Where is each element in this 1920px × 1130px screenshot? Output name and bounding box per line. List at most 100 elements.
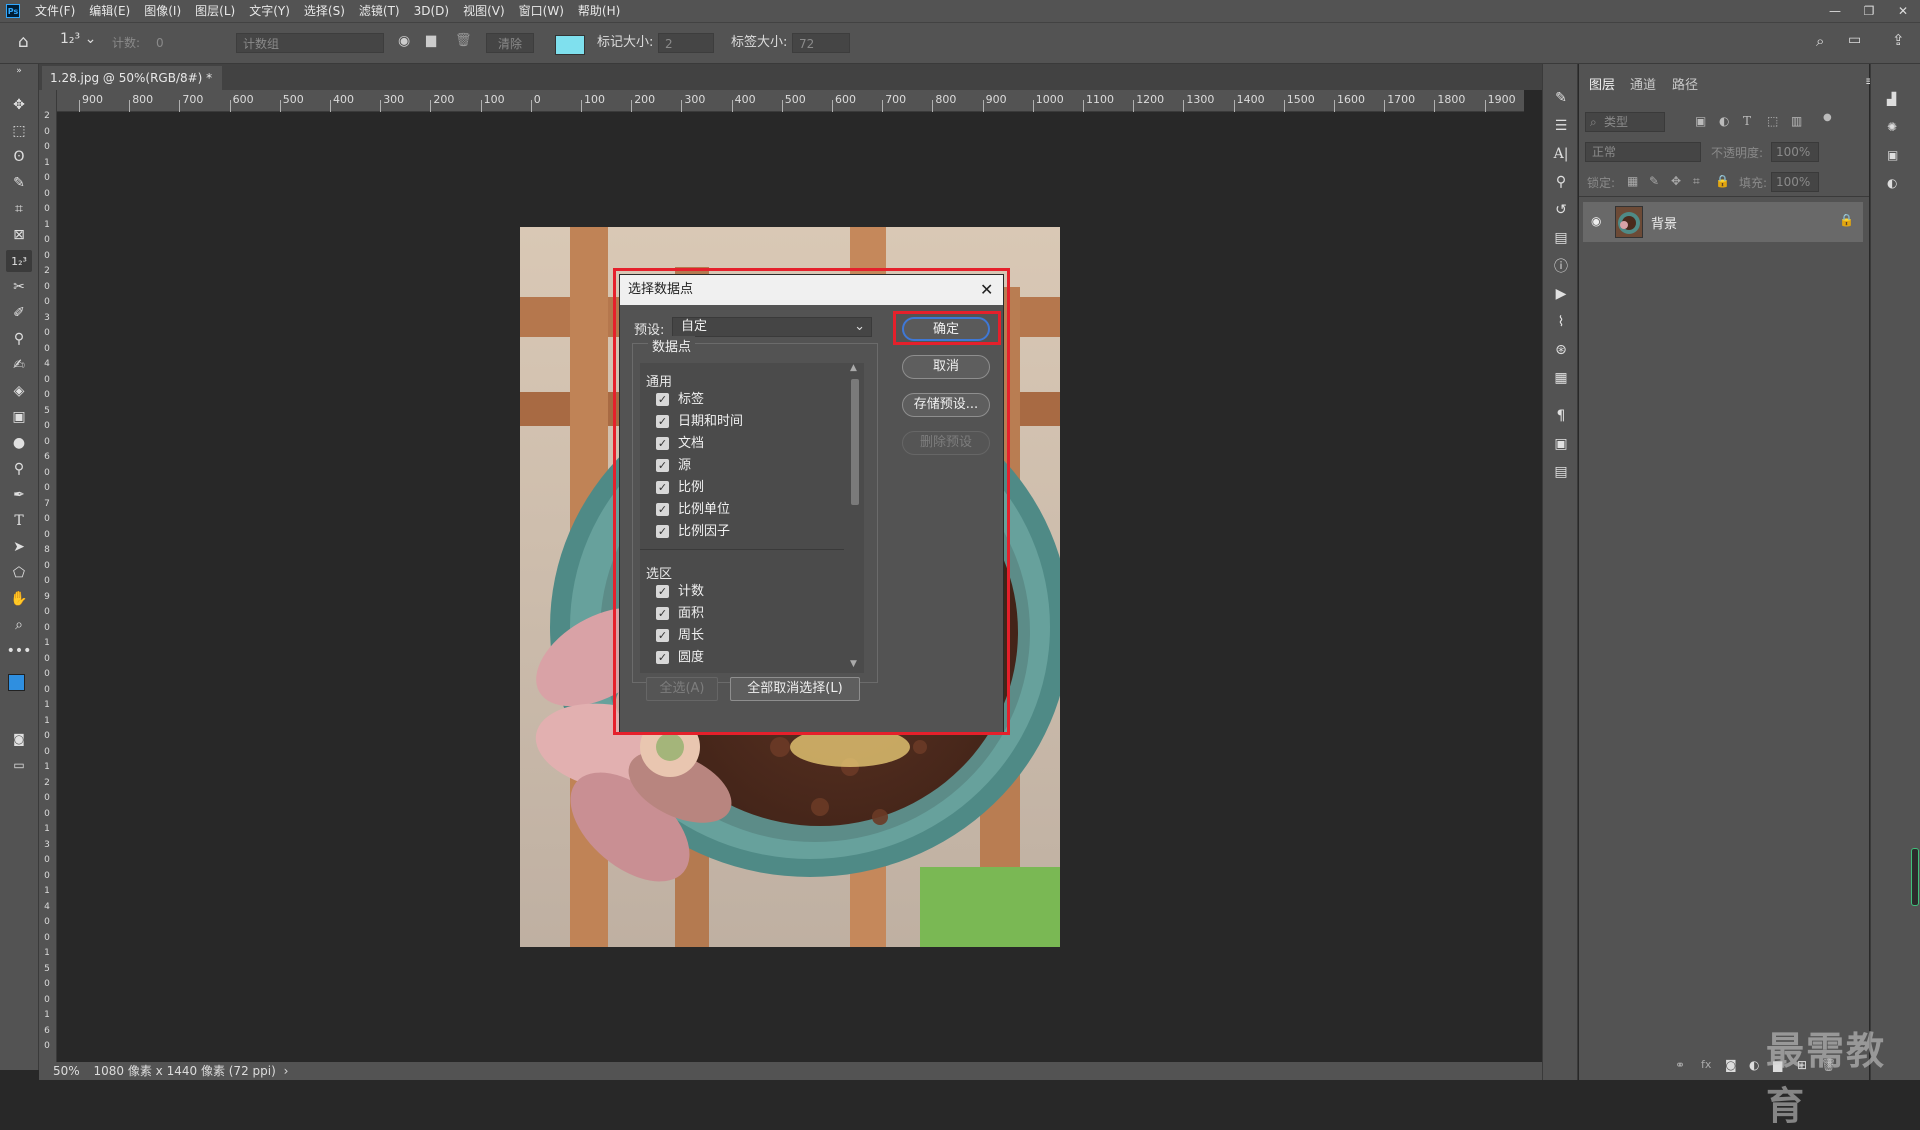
- filter-type-icon[interactable]: T: [1743, 114, 1751, 128]
- trash-icon[interactable]: 🗑: [455, 33, 472, 48]
- more-tools-icon[interactable]: •••: [6, 640, 32, 662]
- horizontal-ruler[interactable]: 900 800 700 600 500 400 300 200 100 0 100 200 300 400…: [57, 90, 1524, 112]
- adjustments-icon[interactable]: ☰: [1551, 116, 1571, 136]
- brush-tool-icon[interactable]: ✐: [6, 302, 32, 324]
- blend-mode-select[interactable]: 正常: [1585, 142, 1701, 162]
- visibility-eye-icon[interactable]: ◉: [398, 33, 410, 49]
- crop-tool-icon[interactable]: ⌗: [6, 198, 32, 220]
- collapse-toolbar-icon[interactable]: »: [6, 66, 32, 76]
- link-layers-icon[interactable]: ⚭: [1675, 1058, 1685, 1072]
- history-brush-icon[interactable]: ✍: [6, 354, 32, 376]
- menu-layer[interactable]: 图层(L): [188, 0, 242, 22]
- fx-icon[interactable]: fx: [1701, 1058, 1711, 1071]
- label-size-input[interactable]: 72: [792, 33, 850, 53]
- filter-toggle-icon[interactable]: ●: [1823, 112, 1832, 123]
- tab-paths[interactable]: 路径: [1672, 74, 1698, 93]
- stamp-tool-icon[interactable]: ⚲: [6, 328, 32, 350]
- measurement-log-icon[interactable]: ▦: [1551, 368, 1571, 388]
- frame-tool-icon[interactable]: ⊠: [6, 224, 32, 246]
- type-tool-icon[interactable]: T: [6, 510, 32, 532]
- add-mask-icon[interactable]: ◙: [1725, 1058, 1737, 1072]
- menu-filter[interactable]: 滤镜(T): [352, 0, 407, 22]
- notes-icon[interactable]: ▤: [1551, 462, 1571, 482]
- count-group-select[interactable]: 计数组: [236, 33, 384, 53]
- layer-name[interactable]: 背景: [1651, 213, 1677, 232]
- lasso-tool-icon[interactable]: ʘ: [6, 146, 32, 168]
- close-window-icon[interactable]: ✕: [1886, 0, 1920, 22]
- marquee-tool-icon[interactable]: ⬚: [6, 120, 32, 142]
- character-icon[interactable]: A|: [1551, 144, 1571, 164]
- zoom-tool-icon[interactable]: ⌕: [6, 614, 32, 636]
- move-tool-icon[interactable]: ✥: [6, 94, 32, 116]
- layer-visibility-eye-icon[interactable]: ◉: [1591, 214, 1601, 228]
- fill-input[interactable]: 100%: [1771, 172, 1819, 192]
- filter-pixel-icon[interactable]: ▣: [1695, 114, 1706, 128]
- gradient-tool-icon[interactable]: ▣: [6, 406, 32, 428]
- tab-layers[interactable]: 图层: [1589, 74, 1615, 93]
- side-scroll-indicator[interactable]: [1911, 848, 1919, 906]
- filter-adjustment-icon[interactable]: ◐: [1719, 114, 1729, 128]
- document-info[interactable]: 1080 像素 x 1440 像素 (72 ppi): [94, 1064, 276, 1078]
- libraries-icon[interactable]: ▣: [1887, 148, 1898, 162]
- paragraph-icon[interactable]: ¶: [1551, 406, 1571, 426]
- menu-file[interactable]: 文件(F): [28, 0, 82, 22]
- menu-edit[interactable]: 编辑(E): [82, 0, 137, 22]
- swatches-icon[interactable]: ⊛: [1551, 340, 1571, 360]
- vertical-ruler[interactable]: 2 0 0 1 0 0 0 1 0 0 2 0 0 3 0 0 4 0 0 5 0 0 6 0 0 7 0 0 8 0 0 9 0 0 1 0 0 0 1 1…: [39, 90, 57, 1062]
- document-tab[interactable]: 1.28.jpg @ 50%(RGB/8#) * ×: [42, 66, 222, 109]
- filter-shape-icon[interactable]: ⬚: [1767, 114, 1778, 128]
- color-icon[interactable]: ◐: [1887, 176, 1897, 190]
- foreground-color-swatch[interactable]: [8, 674, 25, 691]
- eraser-tool-icon[interactable]: ◈: [6, 380, 32, 402]
- zoom-level[interactable]: 50%: [53, 1064, 80, 1078]
- paragraph-styles-icon[interactable]: ▣: [1551, 434, 1571, 454]
- menu-3d[interactable]: 3D(D): [407, 0, 456, 22]
- quick-mask-icon[interactable]: ◙: [6, 728, 32, 750]
- restore-icon[interactable]: ❐: [1852, 0, 1886, 22]
- screen-mode-icon[interactable]: ▭: [6, 754, 32, 776]
- menu-type[interactable]: 文字(Y): [242, 0, 297, 22]
- workspace-icon[interactable]: ▭: [1848, 32, 1861, 48]
- marker-size-input[interactable]: 2: [658, 33, 714, 53]
- quick-select-tool-icon[interactable]: ✎: [6, 172, 32, 194]
- paths-icon[interactable]: ⌇: [1551, 312, 1571, 332]
- menu-select[interactable]: 选择(S): [297, 0, 352, 22]
- pen-tool-icon[interactable]: ✒: [6, 484, 32, 506]
- lock-all-icon[interactable]: 🔒: [1715, 174, 1730, 188]
- healing-tool-icon[interactable]: ✂: [6, 276, 32, 298]
- new-adjustment-icon[interactable]: ◐: [1749, 1058, 1759, 1072]
- count-tool-icon[interactable]: 1₂³: [6, 250, 32, 272]
- search-icon[interactable]: ⌕: [1816, 32, 1824, 50]
- home-icon[interactable]: ⌂: [18, 32, 29, 52]
- menu-help[interactable]: 帮助(H): [571, 0, 627, 22]
- dodge-tool-icon[interactable]: ⚲: [6, 458, 32, 480]
- clone-source-icon[interactable]: ⚲: [1551, 172, 1571, 192]
- lock-position-icon[interactable]: ✥: [1671, 174, 1681, 188]
- minimize-icon[interactable]: —: [1818, 0, 1852, 22]
- count-color-swatch[interactable]: [555, 35, 585, 55]
- chevron-right-icon[interactable]: ›: [284, 1064, 289, 1078]
- path-select-icon[interactable]: ➤: [6, 536, 32, 558]
- histogram-icon[interactable]: ▟: [1887, 92, 1896, 106]
- folder-icon[interactable]: ▆: [426, 33, 436, 48]
- lock-transparent-icon[interactable]: ▦: [1627, 174, 1638, 188]
- share-icon[interactable]: ⇪: [1892, 31, 1905, 49]
- filter-kind-select[interactable]: ⌕ 类型: [1585, 112, 1665, 132]
- menu-window[interactable]: 窗口(W): [512, 0, 571, 22]
- properties-icon[interactable]: ▤: [1551, 228, 1571, 248]
- opacity-input[interactable]: 100%: [1771, 142, 1819, 162]
- lock-paint-icon[interactable]: ✎: [1649, 174, 1659, 188]
- hand-tool-icon[interactable]: ✋: [6, 588, 32, 610]
- info-icon[interactable]: ⓘ: [1551, 256, 1571, 276]
- tab-channels[interactable]: 通道: [1630, 74, 1656, 93]
- blur-tool-icon[interactable]: ●: [6, 432, 32, 454]
- clear-button[interactable]: 清除: [486, 33, 534, 53]
- lock-artboard-icon[interactable]: ⌗: [1693, 174, 1700, 189]
- filter-smart-object-icon[interactable]: ▥: [1791, 114, 1802, 128]
- shape-tool-icon[interactable]: ⬠: [6, 562, 32, 584]
- brush-settings-icon[interactable]: ✎: [1551, 88, 1571, 108]
- navigator-icon[interactable]: ✺: [1887, 120, 1897, 134]
- layer-row-background[interactable]: ◉ 背景 🔒: [1583, 202, 1863, 242]
- menu-view[interactable]: 视图(V): [456, 0, 512, 22]
- actions-icon[interactable]: ▶: [1551, 284, 1571, 304]
